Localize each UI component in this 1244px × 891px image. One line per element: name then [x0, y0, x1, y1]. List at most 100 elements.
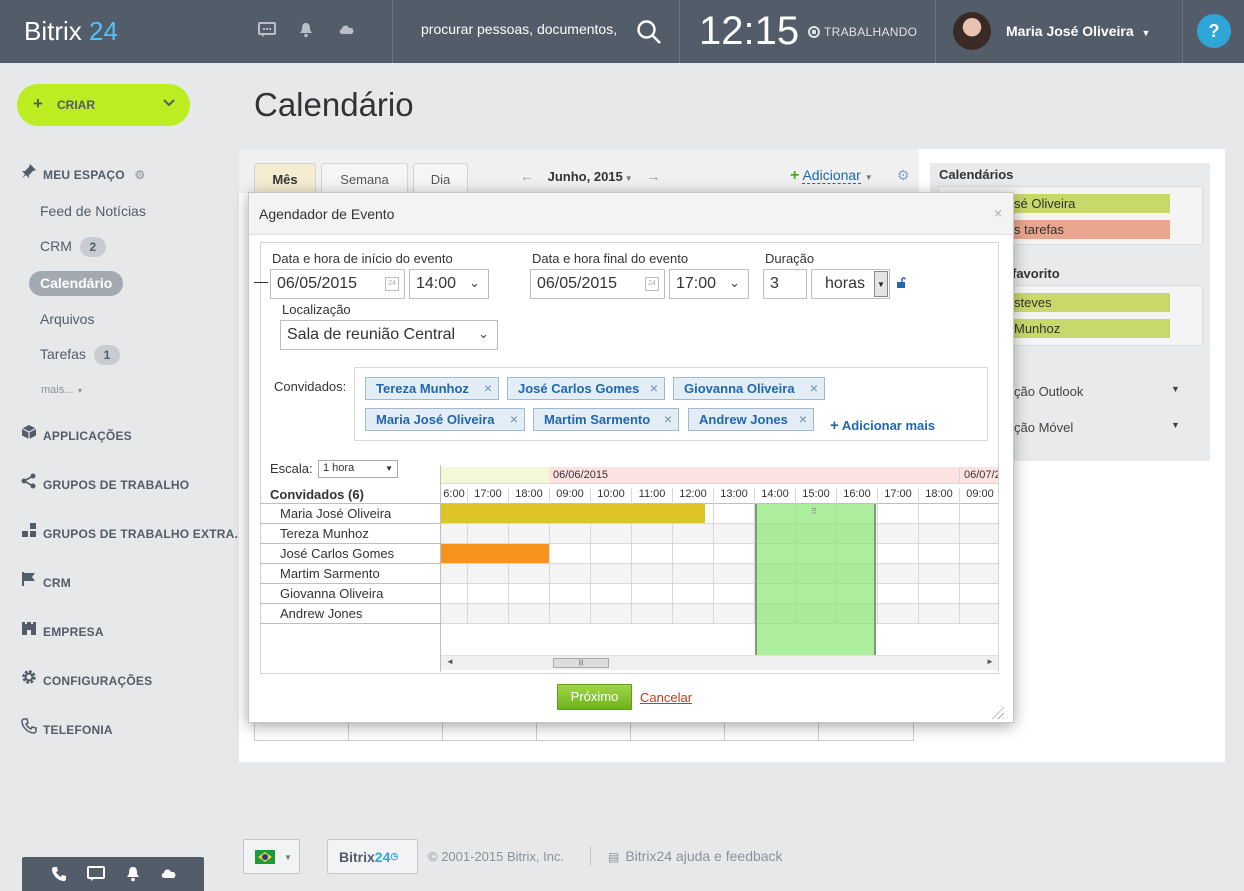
grid-cell[interactable] — [550, 584, 591, 604]
avatar[interactable] — [953, 12, 991, 50]
caret-down-icon[interactable]: ▼ — [874, 271, 888, 297]
sidebar-section-settings[interactable]: CONFIGURAÇÕES — [20, 669, 152, 688]
sidebar-section-applications[interactable]: APPLICAÇÕES — [20, 424, 132, 443]
grid-cell[interactable] — [673, 564, 714, 584]
calendar-icon[interactable]: 24 — [645, 277, 659, 291]
grid-cell[interactable] — [878, 504, 919, 524]
scroll-left-icon[interactable]: ◄ — [446, 657, 454, 666]
sidebar-item-news-feed[interactable]: Feed de Notícias — [40, 203, 146, 219]
chat-icon[interactable] — [87, 866, 105, 884]
invitee-chip[interactable]: José Carlos Gomes × — [507, 377, 665, 400]
month-label[interactable]: Junho, 2015 — [548, 169, 623, 184]
grid-cell[interactable] — [632, 524, 673, 544]
grid-cell[interactable] — [591, 604, 632, 624]
add-more-invitees-link[interactable]: + Adicionar mais — [830, 417, 935, 434]
remove-icon[interactable]: × — [650, 378, 658, 399]
cloud-icon[interactable] — [160, 866, 178, 884]
grid-cell[interactable] — [919, 524, 960, 544]
grid-cell[interactable] — [591, 564, 632, 584]
calendar-icon[interactable]: 24 — [385, 277, 399, 291]
grid-cell[interactable] — [591, 584, 632, 604]
tab-day[interactable]: Dia — [413, 163, 468, 193]
selected-time-range[interactable] — [755, 504, 876, 655]
caret-down-icon[interactable]: ▼ — [625, 174, 633, 183]
gear-icon[interactable]: ⚙ — [897, 167, 910, 184]
calendar-item[interactable]: s tarefas — [1008, 220, 1170, 239]
search-icon[interactable] — [636, 19, 662, 50]
grid-cell[interactable] — [591, 524, 632, 544]
grid-cell[interactable] — [714, 544, 755, 564]
gear-icon[interactable]: ⚙ — [134, 168, 145, 182]
grid-cell[interactable] — [960, 564, 998, 584]
invitee-chip[interactable]: Martim Sarmento × — [533, 408, 679, 431]
bell-icon[interactable] — [296, 22, 316, 40]
arrow-left-icon[interactable]: ← — [520, 168, 534, 184]
grid-cell[interactable] — [878, 604, 919, 624]
horizontal-scrollbar[interactable]: ◄ ||| ► — [441, 655, 998, 670]
grid-cell[interactable] — [919, 604, 960, 624]
grid-cell[interactable] — [468, 584, 509, 604]
chat-icon[interactable] — [257, 22, 277, 40]
help-feedback-link[interactable]: ▤ Bitrix24 ajuda e feedback — [608, 848, 783, 864]
close-icon[interactable]: × — [994, 205, 1002, 221]
grid-cell[interactable] — [960, 544, 998, 564]
grid-cell[interactable] — [550, 524, 591, 544]
help-button[interactable]: ? — [1197, 14, 1231, 48]
grid-cell[interactable] — [960, 584, 998, 604]
bitrix24-logo[interactable]: Bitrix 24 — [24, 16, 118, 47]
arrow-right-icon[interactable]: → — [646, 168, 660, 184]
grid-cell[interactable] — [714, 584, 755, 604]
cloud-icon[interactable] — [337, 22, 357, 40]
grid-cell[interactable] — [714, 524, 755, 544]
invitee-chip[interactable]: Tereza Munhoz × — [365, 377, 499, 400]
sidebar-item-tasks[interactable]: Tarefas 1 — [40, 345, 120, 365]
outlook-option[interactable]: ção Outlook — [1014, 384, 1083, 399]
remove-icon[interactable]: × — [810, 378, 818, 399]
grid-cell[interactable] — [509, 584, 550, 604]
footer-logo[interactable]: Bitrix24◷ — [327, 839, 418, 874]
invitee-chip[interactable]: Maria José Oliveira × — [365, 408, 525, 431]
grid-cell[interactable] — [441, 564, 468, 584]
grid-cell[interactable] — [550, 564, 591, 584]
cancel-link[interactable]: Cancelar — [640, 690, 692, 705]
grid-cell[interactable] — [550, 604, 591, 624]
grid-cell[interactable] — [632, 604, 673, 624]
sidebar-my-space[interactable]: MEU ESPAÇO ⚙ — [20, 163, 145, 182]
grid-cell[interactable] — [673, 584, 714, 604]
scale-select[interactable]: 1 hora ▼ — [318, 460, 398, 478]
sidebar-section-telephony[interactable]: TELEFONIA — [20, 718, 113, 737]
invitee-chip[interactable]: Giovanna Oliveira × — [673, 377, 825, 400]
sidebar-section-workgroups[interactable]: GRUPOS DE TRABALHO — [20, 473, 189, 492]
create-button[interactable]: + CRIAR — [17, 84, 190, 126]
tab-week[interactable]: Semana — [321, 163, 408, 193]
grid-cell[interactable] — [673, 544, 714, 564]
grid-cell[interactable] — [632, 544, 673, 564]
grid-cell[interactable] — [919, 584, 960, 604]
grid-cell[interactable] — [509, 604, 550, 624]
grid-cell[interactable] — [632, 584, 673, 604]
drag-handle-icon[interactable]: ⠿ — [811, 507, 817, 516]
sidebar-item-crm[interactable]: CRM 2 — [40, 237, 106, 257]
grid-cell[interactable] — [673, 524, 714, 544]
grid-cell[interactable] — [714, 564, 755, 584]
bell-icon[interactable] — [124, 866, 142, 884]
sidebar-item-calendar[interactable]: Calendário — [29, 271, 124, 296]
sidebar-item-files[interactable]: Arquivos — [40, 311, 94, 327]
location-select[interactable]: Sala de reunião Central ⌄ — [280, 320, 498, 350]
grid-cell[interactable] — [919, 504, 960, 524]
invitee-chip[interactable]: Andrew Jones × — [688, 408, 814, 431]
grid-cell[interactable] — [441, 524, 468, 544]
unlock-icon[interactable] — [896, 276, 908, 289]
scroll-thumb[interactable]: ||| — [553, 658, 609, 668]
grid-cell[interactable] — [960, 524, 998, 544]
duration-unit-select[interactable]: horas ▼ — [811, 269, 890, 299]
duration-input[interactable]: 3 — [763, 269, 807, 299]
grid-cell[interactable] — [632, 564, 673, 584]
work-status-button[interactable]: TRABALHANDO — [808, 25, 917, 39]
availability-grid[interactable]: 06/06/2015 06/07/2 6:00 17:00 18:00 09:00 10… — [441, 465, 998, 655]
grid-cell[interactable] — [591, 544, 632, 564]
grid-cell[interactable] — [878, 544, 919, 564]
next-button[interactable]: Próximo — [557, 684, 632, 710]
phone-icon[interactable] — [50, 866, 68, 884]
grid-cell[interactable] — [878, 524, 919, 544]
